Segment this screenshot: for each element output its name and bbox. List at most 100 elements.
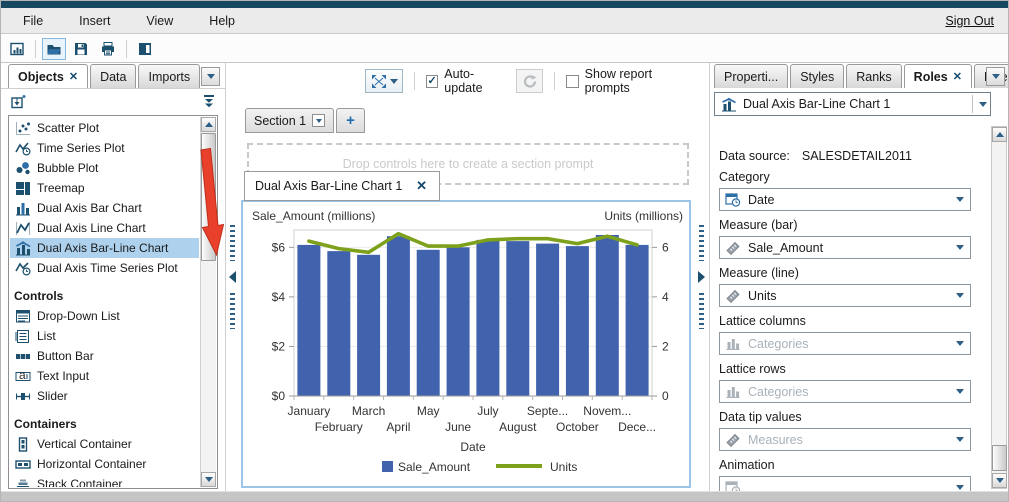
- object-item-slider[interactable]: Slider: [10, 386, 199, 406]
- tab-objects[interactable]: Objects ✕: [8, 64, 88, 88]
- menu-help[interactable]: Help: [209, 14, 235, 28]
- add-section-tab[interactable]: +: [336, 108, 365, 133]
- print-button[interactable]: [96, 38, 120, 60]
- tab-roles[interactable]: Roles ✕: [904, 64, 972, 88]
- role-dropdown-measure-bar-[interactable]: Sale_Amount: [719, 236, 971, 259]
- selector-value: Dual Axis Bar-Line Chart 1: [743, 97, 972, 111]
- drag-handle-icon[interactable]: [230, 225, 235, 261]
- dual-axis-bar-chart-icon: [14, 201, 31, 216]
- bar-march[interactable]: [357, 255, 380, 396]
- new-report-button[interactable]: [5, 38, 29, 60]
- bar-june[interactable]: [447, 247, 470, 396]
- role-dropdown-data-tip-values[interactable]: Measures: [719, 428, 971, 451]
- object-item-drop-down-list[interactable]: Drop-Down List: [10, 306, 199, 326]
- menu-insert[interactable]: Insert: [79, 14, 110, 28]
- tab-properties[interactable]: Properti...: [714, 64, 788, 88]
- object-item-text-input[interactable]: aText Input: [10, 366, 199, 386]
- save-button[interactable]: [69, 38, 93, 60]
- drag-handle-icon[interactable]: [230, 293, 235, 329]
- tab-ranks[interactable]: Ranks: [846, 64, 901, 88]
- auto-update-label: Auto-update: [444, 67, 508, 95]
- collapse-panel-icon[interactable]: [200, 94, 217, 109]
- bar-september[interactable]: [536, 244, 559, 396]
- close-icon[interactable]: ✕: [953, 70, 962, 83]
- close-icon[interactable]: ✕: [416, 178, 427, 194]
- scroll-thumb[interactable]: [201, 133, 216, 261]
- role-dropdown-measure-line-[interactable]: Units: [719, 284, 971, 307]
- object-item-dual-axis-time-series-plot[interactable]: Dual Axis Time Series Plot: [10, 258, 199, 278]
- role-dropdown-animation[interactable]: [719, 476, 971, 491]
- menu-file[interactable]: File: [23, 14, 43, 28]
- scroll-up-icon[interactable]: [201, 117, 216, 132]
- role-dropdown-lattice-rows[interactable]: Categories: [719, 380, 971, 403]
- roles-scrollbar[interactable]: [991, 126, 1007, 489]
- scroll-thumb[interactable]: [992, 445, 1007, 471]
- objects-scrollbar[interactable]: [200, 117, 216, 487]
- tab-section-1[interactable]: Section 1: [245, 108, 334, 133]
- tab-imports[interactable]: Imports: [138, 64, 200, 88]
- object-item-stack-container[interactable]: Stack Container: [10, 474, 199, 487]
- role-dropdown-lattice-columns[interactable]: Categories: [719, 332, 971, 355]
- object-item-dual-axis-line-chart[interactable]: Dual Axis Line Chart: [10, 218, 199, 238]
- object-item-list[interactable]: List: [10, 326, 199, 346]
- role-dropdown-category[interactable]: Date: [719, 188, 971, 211]
- object-item-label: Slider: [37, 389, 68, 403]
- tab-overflow-button[interactable]: [986, 67, 1005, 86]
- tab-data[interactable]: Data: [90, 64, 136, 88]
- bar-august[interactable]: [506, 241, 529, 396]
- chevron-down-icon: [956, 341, 964, 346]
- object-item-time-series-plot[interactable]: Time Series Plot: [10, 138, 199, 158]
- close-icon[interactable]: ✕: [69, 70, 78, 83]
- object-selector-dropdown[interactable]: Dual Axis Bar-Line Chart 1: [714, 92, 991, 116]
- object-item-dual-axis-bar-line-chart[interactable]: Dual Axis Bar-Line Chart: [10, 238, 199, 258]
- bar-line-chart-icon: [720, 97, 737, 112]
- chart-object-tab[interactable]: Dual Axis Bar-Line Chart 1 ✕: [244, 171, 440, 201]
- panel-toggle-button[interactable]: [133, 38, 157, 60]
- bar-december[interactable]: [626, 245, 649, 396]
- scroll-up-icon[interactable]: [992, 127, 1007, 142]
- tab-styles[interactable]: Styles: [790, 64, 844, 88]
- bar-january[interactable]: [297, 245, 320, 396]
- auto-update-checkbox[interactable]: ✓: [426, 75, 438, 88]
- collapse-right-icon[interactable]: [698, 271, 705, 283]
- bar-may[interactable]: [417, 250, 440, 396]
- bar-october[interactable]: [566, 246, 589, 396]
- role-group-data-tip-values: Data tip valuesMeasures: [719, 409, 971, 451]
- object-item-label: Dual Axis Bar Chart: [37, 201, 142, 215]
- right-tabs: Properti... Styles Ranks Roles ✕ Filters: [710, 63, 1009, 88]
- object-item-dual-axis-bar-chart[interactable]: Dual Axis Bar Chart: [10, 198, 199, 218]
- import-object-icon[interactable]: [9, 94, 26, 109]
- object-item-bubble-plot[interactable]: Bubble Plot: [10, 158, 199, 178]
- object-item-scatter-plot[interactable]: Scatter Plot: [10, 118, 199, 138]
- object-item-label: Time Series Plot: [37, 141, 125, 155]
- drag-handle-icon[interactable]: [699, 293, 704, 329]
- scroll-down-icon[interactable]: [992, 473, 1007, 488]
- bar-april[interactable]: [387, 236, 410, 396]
- object-item-treemap[interactable]: Treemap: [10, 178, 199, 198]
- bar-november[interactable]: [596, 235, 619, 396]
- refresh-button[interactable]: [516, 69, 543, 93]
- collapse-left-icon[interactable]: [229, 271, 236, 283]
- menu-view[interactable]: View: [146, 14, 173, 28]
- fit-to-screen-button[interactable]: [365, 69, 403, 93]
- sign-out-link[interactable]: Sign Out: [945, 14, 994, 28]
- object-item-horizontal-container[interactable]: Horizontal Container: [10, 454, 199, 474]
- svg-text:$6: $6: [272, 240, 286, 254]
- object-item-button-bar[interactable]: Button Bar: [10, 346, 199, 366]
- horizontal-container-icon: [14, 457, 31, 472]
- open-button[interactable]: [42, 38, 66, 60]
- svg-text:6: 6: [662, 240, 669, 254]
- drag-handle-icon[interactable]: [699, 225, 704, 261]
- show-report-prompts-checkbox[interactable]: [566, 75, 578, 88]
- object-item-vertical-container[interactable]: Vertical Container: [10, 434, 199, 454]
- dual-axis-bar-line-chart-icon: [14, 241, 31, 256]
- scroll-down-icon[interactable]: [201, 472, 216, 487]
- bar-july[interactable]: [476, 240, 499, 396]
- section-menu-icon[interactable]: [312, 114, 325, 127]
- tab-overflow-button[interactable]: [201, 67, 220, 86]
- left-splitter[interactable]: [225, 63, 239, 491]
- svg-text:$2: $2: [272, 339, 286, 353]
- bar-february[interactable]: [327, 251, 350, 396]
- dual-axis-bar-line-chart[interactable]: Sale_Amount (millions)Units (millions)$0…: [241, 200, 691, 488]
- right-splitter[interactable]: [694, 63, 709, 491]
